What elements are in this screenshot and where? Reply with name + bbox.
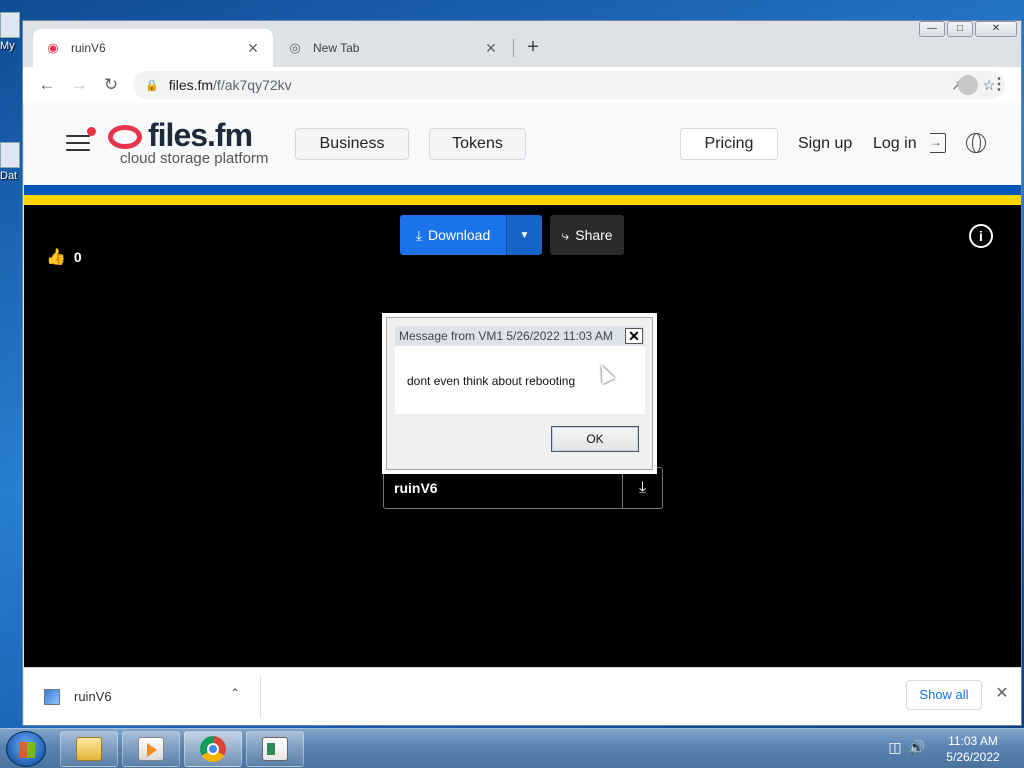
url-host: files.fm <box>168 77 214 93</box>
pricing-button[interactable]: Pricing <box>680 128 778 160</box>
signup-link[interactable]: Sign up <box>798 135 852 153</box>
desktop-icon-label: My <box>0 40 15 52</box>
show-all-button[interactable]: Show all <box>906 680 982 710</box>
file-icon <box>0 142 20 168</box>
taskbar-clock[interactable]: 11:03 AM 5/26/2022 <box>940 733 1006 765</box>
tab-separator <box>513 39 514 57</box>
chrome-icon <box>200 736 226 762</box>
tab-strip: ◉ ruinV6 ✕ ◎ New Tab ✕ + — □ ✕ <box>23 21 1021 67</box>
desktop-icon-data[interactable]: Dat <box>0 142 22 182</box>
download-options-caret-icon[interactable]: ▼ <box>506 215 542 255</box>
folder-icon <box>76 737 102 761</box>
volume-icon[interactable]: 🔊 <box>906 739 928 756</box>
chevron-up-icon[interactable]: ⌃ <box>230 686 240 700</box>
site-header: files.fm cloud storage platform Business… <box>24 103 1021 185</box>
flag-banner <box>24 185 1021 205</box>
login-icon[interactable]: → <box>930 133 946 153</box>
download-shelf: ruinV6 ⌃ Show all ✕ <box>24 667 1021 725</box>
window-controls: — □ ✕ <box>917 21 1017 39</box>
ok-button[interactable]: OK <box>551 426 639 452</box>
computer-icon <box>0 12 20 38</box>
windows-logo-icon <box>19 742 35 758</box>
download-button-group: ⤓ Download ▼ <box>400 215 542 255</box>
forward-arrow-icon[interactable]: → <box>65 71 93 99</box>
tab-ruinv6[interactable]: ◉ ruinV6 ✕ <box>33 29 273 67</box>
message-dialog: Message from VM1 5/26/2022 11:03 AM ✕ do… <box>386 317 653 470</box>
maximize-button[interactable]: □ <box>947 21 973 37</box>
clock-date: 5/26/2022 <box>946 750 1000 764</box>
shelf-divider <box>260 676 261 718</box>
tab-title: ruinV6 <box>71 41 106 55</box>
dialog-title: Message from VM1 5/26/2022 11:03 AM <box>395 326 645 346</box>
network-icon[interactable]: ◫ <box>884 739 906 756</box>
logo-tagline: cloud storage platform <box>120 150 269 167</box>
globe-language-icon[interactable] <box>966 133 986 153</box>
minimize-button[interactable]: — <box>919 21 945 37</box>
back-arrow-icon[interactable]: ← <box>33 71 61 99</box>
download-button[interactable]: ⤓ Download <box>400 215 506 255</box>
media-player-icon <box>138 737 164 761</box>
thumbs-up-icon: 👍 <box>46 249 66 266</box>
taskbar-media-player-button[interactable] <box>122 731 180 767</box>
files-fm-logo-icon <box>108 125 142 149</box>
share-button[interactable]: ⤷ Share <box>550 215 624 255</box>
shelf-download-item[interactable]: ruinV6 ⌃ <box>24 668 260 725</box>
tab-title: New Tab <box>313 41 360 55</box>
share-label: Share <box>575 227 613 243</box>
file-name: ruinV6 <box>394 480 438 496</box>
profile-avatar-icon[interactable] <box>958 75 978 95</box>
download-arrow-icon: ⤓ <box>415 226 422 243</box>
file-download-icon[interactable]: ⤓ <box>622 468 662 508</box>
url-path: /f/ak7qy72kv <box>213 77 292 93</box>
browser-toolbar: ← → ↻ 🔒 files.fm/f/ak7qy72kv ↗ ☆ ⋮ <box>23 67 1021 103</box>
taskbar: ◫ 🔊 11:03 AM 5/26/2022 <box>0 728 1024 768</box>
chrome-icon: ◎ <box>289 40 301 55</box>
dialog-message-text: dont even think about rebooting <box>407 374 576 388</box>
taskbar-app-button[interactable] <box>246 731 304 767</box>
file-icon <box>44 688 60 705</box>
hamburger-menu-icon[interactable] <box>66 127 96 153</box>
login-link[interactable]: Log in <box>873 135 917 153</box>
clock-time: 11:03 AM <box>948 734 998 748</box>
tokens-button[interactable]: Tokens <box>429 128 526 160</box>
like-count: 0 <box>73 249 82 265</box>
lock-icon: 🔒 <box>145 79 159 92</box>
logo-name: files.fm <box>148 117 253 153</box>
desktop-icon-computer[interactable]: My <box>0 12 22 52</box>
file-item[interactable]: ruinV6 ⤓ <box>383 467 663 509</box>
shelf-close-icon[interactable]: ✕ <box>992 684 1012 704</box>
notification-dot <box>87 127 96 136</box>
system-tray: ◫ 🔊 <box>884 739 928 756</box>
new-tab-button[interactable]: + <box>521 35 545 59</box>
reload-icon[interactable]: ↻ <box>97 71 125 99</box>
taskbar-explorer-button[interactable] <box>60 731 118 767</box>
business-button[interactable]: Business <box>295 128 409 160</box>
files-fm-favicon-icon: ◉ <box>47 40 59 55</box>
start-button[interactable] <box>6 731 46 767</box>
window-close-button[interactable]: ✕ <box>975 21 1017 37</box>
browser-menu-icon[interactable]: ⋮ <box>989 71 1009 99</box>
app-window-icon <box>262 737 288 761</box>
taskbar-chrome-button[interactable] <box>184 731 242 767</box>
close-tab-icon[interactable]: ✕ <box>245 40 261 56</box>
like-counter[interactable]: 👍 0 <box>46 247 82 267</box>
desktop-icon-label: Dat <box>0 170 18 182</box>
close-tab-icon[interactable]: ✕ <box>483 40 499 56</box>
dialog-close-button[interactable]: ✕ <box>625 328 643 344</box>
info-icon[interactable]: i <box>969 224 993 248</box>
share-icon: ⤷ <box>561 226 570 243</box>
shelf-item-name: ruinV6 <box>74 689 112 704</box>
tab-new-tab[interactable]: ◎ New Tab ✕ <box>275 29 511 67</box>
download-label: Download <box>427 227 491 243</box>
address-bar[interactable]: 🔒 files.fm/f/ak7qy72kv ↗ ☆ <box>133 71 1005 99</box>
